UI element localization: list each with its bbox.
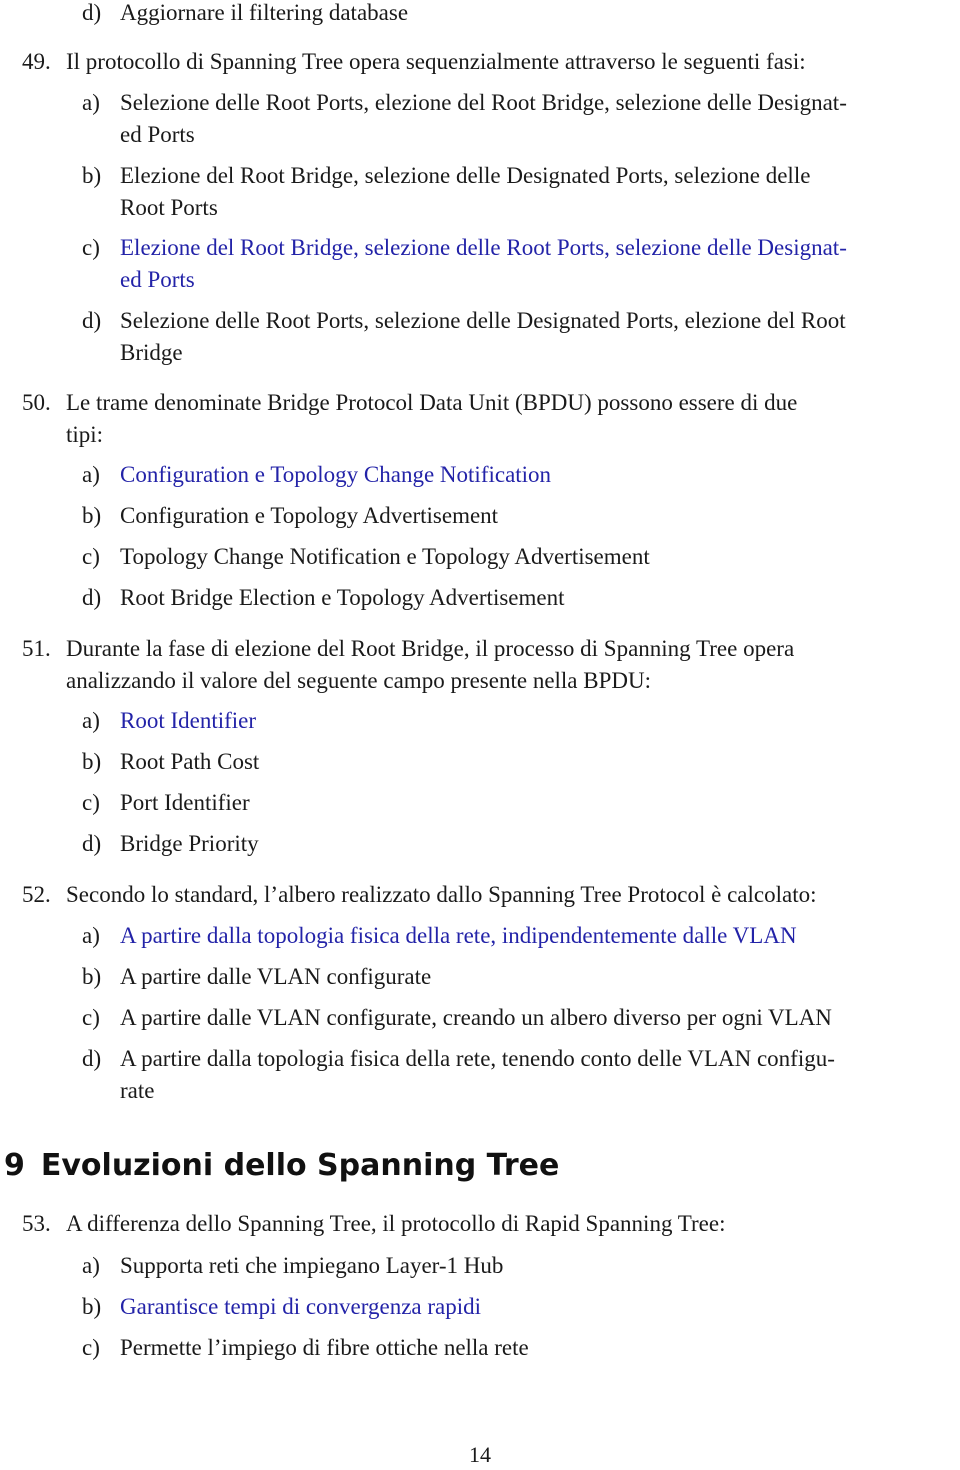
option-text: Supporta reti che impiegano Layer-1 Hub — [120, 1253, 504, 1278]
option-text: Selezione delle Root Ports, elezione del… — [120, 90, 847, 115]
option-letter: d) — [82, 0, 102, 25]
section-heading: 9 Evoluzioni dello Spanning Tree — [4, 1146, 559, 1186]
option-text: Aggiornare il filtering database — [120, 0, 409, 25]
option-text: A partire dalla topologia fisica della r… — [120, 1046, 835, 1071]
question-number: 53. — [22, 1211, 51, 1236]
option-text: Elezione del Root Bridge, selezione dell… — [120, 163, 811, 188]
option-letter: d) — [82, 831, 102, 856]
option-text: Root Path Cost — [120, 749, 260, 774]
question-number: 50. — [22, 390, 51, 415]
option-letter: b) — [82, 749, 102, 774]
question-text: Le trame denominate Bridge Protocol Data… — [66, 390, 798, 415]
question-number: 49. — [22, 49, 51, 74]
option-text: Port Identifier — [120, 790, 250, 815]
option-letter: d) — [82, 308, 102, 333]
question-number: 52. — [22, 882, 51, 907]
question-text: analizzando il valore del seguente campo… — [66, 668, 652, 693]
option-letter: a) — [82, 90, 100, 115]
option-letter: d) — [82, 585, 102, 610]
option-text: ed Ports — [120, 122, 195, 147]
section-title: Evoluzioni dello Spanning Tree — [40, 1148, 560, 1183]
option-letter: a) — [82, 462, 100, 487]
option-letter: c) — [82, 235, 100, 260]
option-letter: c) — [82, 790, 100, 815]
question-text: tipi: — [66, 422, 104, 447]
question-text: Secondo lo standard, l’albero realizzato… — [66, 882, 817, 907]
option-text: Permette l’impiego di fibre ottiche nell… — [120, 1335, 529, 1360]
question-number: 51. — [22, 636, 51, 661]
option-text: A partire dalle VLAN configurate, creand… — [120, 1005, 832, 1030]
option-letter: c) — [82, 544, 100, 569]
correct-option-text: ed Ports — [120, 267, 195, 292]
option-letter: b) — [82, 964, 102, 989]
option-letter: a) — [82, 1253, 100, 1278]
option-letter: a) — [82, 708, 100, 733]
section-number: 9 — [4, 1148, 25, 1183]
option-text: rate — [120, 1078, 155, 1103]
option-text: Configuration e Topology Advertisement — [120, 503, 499, 528]
option-text: Root Bridge Election e Topology Advertis… — [120, 585, 565, 610]
option-letter: a) — [82, 923, 100, 948]
option-text: A partire dalle VLAN configurate — [120, 964, 432, 989]
option-letter: c) — [82, 1005, 100, 1030]
question-text: Il protocollo di Spanning Tree opera seq… — [66, 49, 806, 74]
correct-option-text: Root Identifier — [120, 708, 257, 733]
option-letter: b) — [82, 503, 102, 528]
option-text: Topology Change Notification e Topology … — [120, 544, 650, 569]
correct-option-text: Configuration e Topology Change Notifica… — [120, 462, 552, 487]
correct-option-text: A partire dalla topologia fisica della r… — [120, 923, 797, 948]
correct-option-text: Garantisce tempi di convergenza rapidi — [120, 1294, 482, 1319]
option-text: Selezione delle Root Ports, selezione de… — [120, 308, 846, 333]
question-text: Durante la fase di elezione del Root Bri… — [66, 636, 795, 661]
question-text: A differenza dello Spanning Tree, il pro… — [66, 1211, 726, 1236]
option-text: Root Ports — [120, 195, 218, 220]
option-text: Bridge — [120, 340, 183, 365]
option-letter: b) — [82, 163, 102, 188]
option-letter: d) — [82, 1046, 102, 1071]
correct-option-text: Elezione del Root Bridge, selezione dell… — [120, 235, 847, 260]
option-letter: c) — [82, 1335, 100, 1360]
option-text: Bridge Priority — [120, 831, 259, 856]
option-letter: b) — [82, 1294, 102, 1319]
